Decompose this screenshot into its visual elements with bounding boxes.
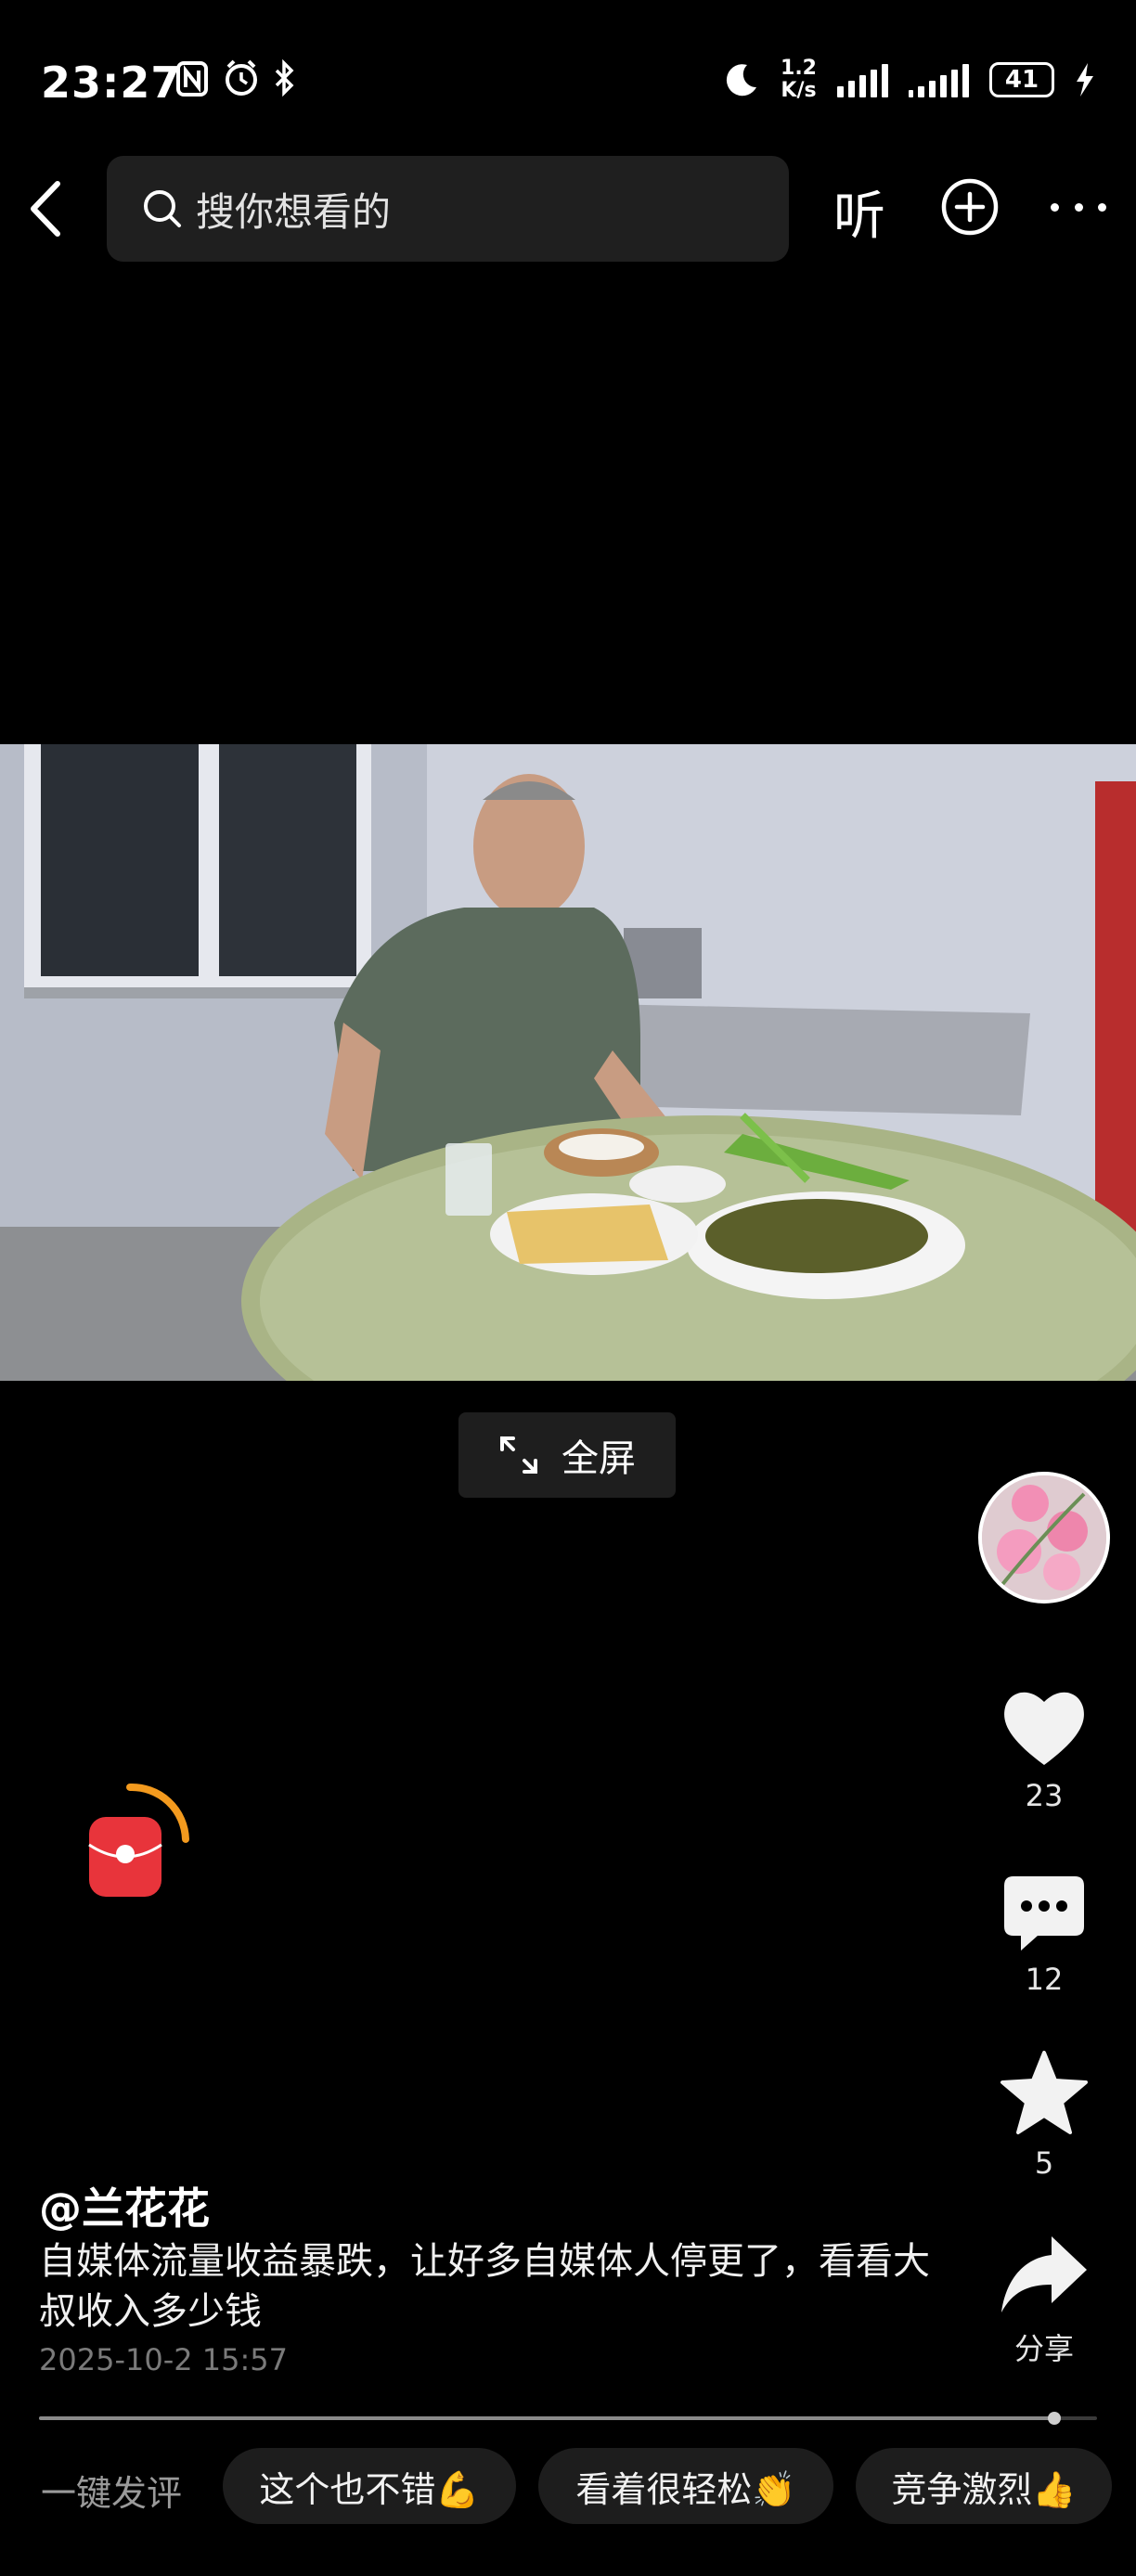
progress-fill — [39, 2416, 1055, 2420]
share-button[interactable]: 分享 — [984, 2233, 1104, 2368]
comment-count: 12 — [1025, 1962, 1064, 1997]
quick-comment-chip-1[interactable]: 这个也不错💪 — [223, 2448, 516, 2524]
author-avatar[interactable] — [978, 1472, 1110, 1604]
star-icon — [1000, 2051, 1088, 2134]
like-button[interactable]: 23 — [984, 1685, 1104, 1813]
plus-circle-icon — [941, 178, 999, 236]
search-placeholder: 搜你想看的 — [196, 188, 392, 235]
battery-indicator: 41 — [989, 62, 1054, 97]
net-speed-unit: K/s — [781, 79, 817, 102]
share-arrow-icon — [1001, 2236, 1087, 2312]
more-options-icon[interactable] — [1051, 176, 1106, 238]
comment-button[interactable]: 12 — [984, 1873, 1104, 1997]
share-label: 分享 — [1013, 2331, 1074, 2366]
moon-icon — [726, 64, 757, 97]
post-date: 2025-10-2 15:57 — [39, 2342, 288, 2377]
nfc-alarm-bluetooth-icon — [176, 58, 294, 97]
back-button[interactable] — [24, 176, 71, 241]
quick-comment-chip-3[interactable]: 竞争激烈👍 — [856, 2448, 1112, 2524]
favorite-count: 5 — [1034, 2145, 1054, 2181]
signal-icon-1 — [837, 62, 888, 97]
net-speed-value: 1.2 — [781, 57, 817, 80]
heart-icon — [1004, 1692, 1084, 1765]
quick-comment-label: 一键发评 — [41, 2473, 183, 2514]
red-packet-icon — [88, 1783, 189, 1897]
quick-comment-chip-2[interactable]: 看着很轻松👏 — [538, 2448, 833, 2524]
charging-icon — [1077, 63, 1093, 97]
fullscreen-button[interactable]: 全屏 — [458, 1412, 676, 1498]
status-time: 23:27 — [41, 58, 182, 108]
video-frame-illustration — [0, 744, 1136, 1381]
flower-avatar-image — [982, 1475, 1106, 1600]
expand-icon — [500, 1436, 537, 1474]
back-arrow-icon — [31, 181, 60, 237]
author-name[interactable]: @兰花花 — [39, 2175, 210, 2236]
progress-bar[interactable] — [39, 2412, 1097, 2425]
post-description: 自媒体流量收益暴跌，让好多自媒体人停更了，看看大叔收入多少钱 — [39, 2240, 930, 2333]
net-speed: 1.2 K/s — [781, 58, 817, 102]
fullscreen-label: 全屏 — [562, 1437, 636, 1480]
video-player[interactable] — [0, 744, 1136, 1381]
status-right-group: 1.2 K/s 41 — [723, 58, 1095, 102]
listen-button[interactable]: 听 — [833, 174, 885, 250]
search-icon — [144, 190, 181, 227]
status-icons — [176, 58, 316, 109]
comment-bubble-icon — [1004, 1876, 1084, 1951]
search-input[interactable]: 搜你想看的 — [107, 156, 789, 262]
progress-handle[interactable] — [1048, 2412, 1062, 2425]
red-packet-reward[interactable] — [76, 1780, 197, 1910]
add-button[interactable] — [939, 176, 1000, 238]
signal-icon-2 — [909, 62, 969, 97]
favorite-button[interactable]: 5 — [984, 2049, 1104, 2181]
like-count: 23 — [1025, 1778, 1064, 1813]
